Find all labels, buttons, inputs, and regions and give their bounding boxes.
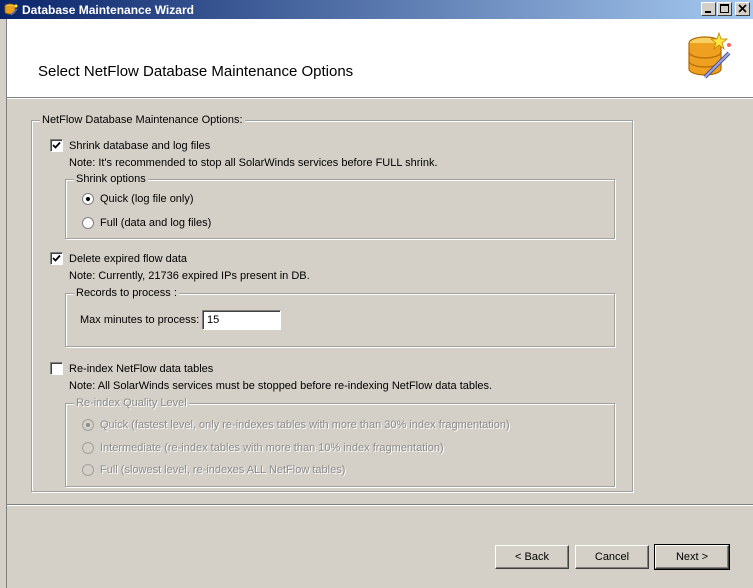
minimize-button[interactable]: [701, 2, 716, 16]
reindex-full-label[interactable]: Full (slowest level, re-indexes ALL NetF…: [100, 464, 345, 476]
database-wizard-icon: [688, 31, 731, 79]
reindex-note: Note: All SolarWinds services must be st…: [69, 380, 493, 392]
wizard-header: Select NetFlow Database Maintenance Opti…: [7, 19, 753, 98]
reindex-quick-label[interactable]: Quick (fastest level, only re-indexes ta…: [100, 419, 510, 431]
reindex-intermediate-radio[interactable]: [82, 442, 94, 454]
wizard-window: Database Maintenance Wizard Select NetFl…: [0, 0, 753, 588]
close-icon: [738, 4, 747, 13]
max-minutes-label: Max minutes to process:: [80, 314, 200, 326]
shrink-note: Note: It's recommended to stop all Solar…: [69, 157, 438, 169]
records-to-process-group-label: Records to process :: [74, 287, 179, 299]
window-title: Database Maintenance Wizard: [22, 3, 194, 17]
radio-selected-dot: [86, 197, 90, 201]
close-button[interactable]: [735, 2, 750, 16]
reindex-label[interactable]: Re-index NetFlow data tables: [69, 363, 213, 375]
maintenance-options-group-label: NetFlow Database Maintenance Options:: [40, 114, 245, 126]
cancel-button[interactable]: Cancel: [575, 545, 649, 569]
delete-expired-checkbox[interactable]: [50, 252, 63, 265]
shrink-quick-label[interactable]: Quick (log file only): [100, 193, 194, 205]
reindex-quick-radio[interactable]: [82, 419, 94, 431]
shrink-checkbox[interactable]: [50, 139, 63, 152]
delete-expired-note: Note: Currently, 21736 expired IPs prese…: [69, 270, 310, 282]
shrink-quick-radio[interactable]: [82, 193, 94, 205]
shrink-label[interactable]: Shrink database and log files: [69, 140, 210, 152]
reindex-quality-group-label: Re-index Quality Level: [74, 397, 189, 409]
checkmark-icon: [52, 254, 61, 262]
reindex-intermediate-label[interactable]: Intermediate (re-index tables with more …: [100, 442, 444, 454]
minimize-icon: [705, 11, 711, 13]
title-bar[interactable]: Database Maintenance Wizard: [0, 0, 753, 19]
header-divider: [7, 98, 753, 99]
page-title: Select NetFlow Database Maintenance Opti…: [38, 63, 354, 80]
radio-selected-dot: [86, 423, 90, 427]
shrink-full-label[interactable]: Full (data and log files): [100, 217, 211, 229]
maximize-icon: [720, 4, 729, 13]
reindex-full-radio[interactable]: [82, 464, 94, 476]
max-minutes-input[interactable]: [202, 310, 281, 330]
shrink-options-group: Shrink options: [65, 173, 615, 239]
next-button[interactable]: Next >: [654, 544, 730, 570]
delete-expired-label[interactable]: Delete expired flow data: [69, 253, 187, 265]
maximize-button[interactable]: [717, 2, 732, 16]
wizard-app-icon: [4, 3, 18, 16]
reindex-checkbox[interactable]: [50, 362, 63, 375]
checkmark-icon: [52, 141, 61, 149]
shrink-full-radio[interactable]: [82, 217, 94, 229]
footer-divider-highlight: [7, 505, 753, 506]
shrink-options-group-label: Shrink options: [74, 173, 148, 185]
back-button[interactable]: < Back: [495, 545, 569, 569]
left-edge: [0, 19, 7, 588]
